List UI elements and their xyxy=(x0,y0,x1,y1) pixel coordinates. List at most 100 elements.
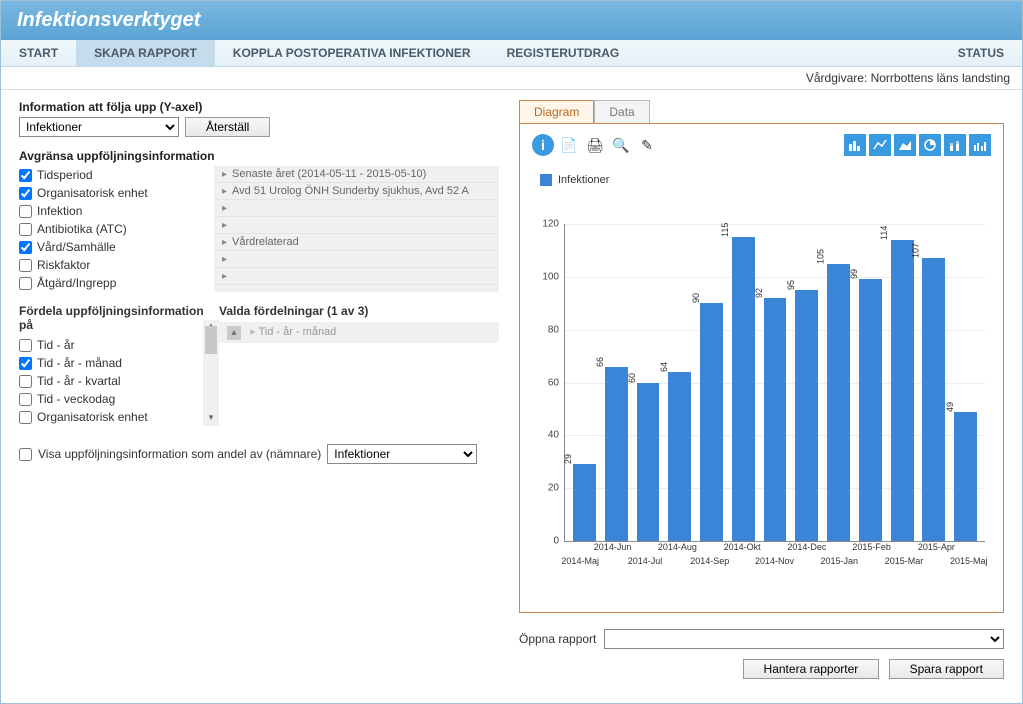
y-tick-label: 20 xyxy=(535,483,565,494)
bar-value-label: 49 xyxy=(945,402,955,412)
bar[interactable]: 107 xyxy=(922,258,945,541)
bar[interactable]: 49 xyxy=(954,412,977,541)
scroll-thumb[interactable] xyxy=(205,326,217,354)
x-tick-label: 2014-Maj xyxy=(561,556,599,566)
bar[interactable]: 105 xyxy=(827,264,850,541)
filter-checkbox[interactable] xyxy=(19,277,32,290)
menu-status[interactable]: STATUS xyxy=(940,40,1022,66)
menu-start[interactable]: START xyxy=(1,40,76,66)
bar-value-label: 105 xyxy=(815,249,825,264)
x-tick-label: 2014-Aug xyxy=(658,542,697,552)
distrib-label: Organisatorisk enhet xyxy=(37,410,148,424)
distrib-scrollbar[interactable]: ▴ ▾ xyxy=(203,320,219,426)
zoom-icon[interactable]: 🔍 xyxy=(610,134,632,156)
y-tick-label: 100 xyxy=(535,271,565,282)
filter-tidsperiod[interactable]: Tidsperiod xyxy=(19,166,214,184)
filter-label: Åtgärd/Ingrepp xyxy=(37,276,116,290)
x-tick-label: 2014-Okt xyxy=(724,542,761,552)
bar[interactable]: 99 xyxy=(859,279,882,541)
filter-checkbox[interactable] xyxy=(19,259,32,272)
y-tick-label: 0 xyxy=(535,536,565,547)
bar[interactable]: 66 xyxy=(605,367,628,541)
filter-label: Riskfaktor xyxy=(37,258,90,272)
reset-button[interactable]: Återställ xyxy=(185,117,270,137)
bar[interactable]: 60 xyxy=(637,383,660,542)
bar-value-label: 99 xyxy=(849,269,859,279)
filter-organisatorisk-enhet[interactable]: Organisatorisk enhet xyxy=(19,184,214,202)
pdf-icon[interactable]: 📄 xyxy=(558,134,580,156)
bar[interactable]: 29 xyxy=(573,464,596,541)
filter-checkbox[interactable] xyxy=(19,169,32,182)
bar-value-label: 29 xyxy=(563,454,573,464)
yaxis-select[interactable]: Infektioner xyxy=(19,117,179,137)
filter-checkbox[interactable] xyxy=(19,241,32,254)
bar-value-label: 92 xyxy=(754,288,764,298)
tab-diagram[interactable]: Diagram xyxy=(519,100,594,123)
filter-infektion[interactable]: Infektion xyxy=(19,202,214,220)
edit-icon[interactable]: ✎ xyxy=(636,134,658,156)
distrib-label: Tid - år - kvartal xyxy=(37,374,121,388)
open-report-select[interactable] xyxy=(604,629,1004,649)
filter--tg-rd-ingrepp[interactable]: Åtgärd/Ingrepp xyxy=(19,274,214,292)
menu-registerutdrag[interactable]: REGISTERUTDRAG xyxy=(489,40,638,66)
ratio-select[interactable]: Infektioner xyxy=(327,444,477,464)
distrib-checkbox[interactable] xyxy=(19,339,32,352)
distrib-option[interactable]: Tid - år - månad xyxy=(19,354,201,372)
bar-chart-icon[interactable] xyxy=(844,134,866,156)
grouped-chart-icon[interactable] xyxy=(969,134,991,156)
distrib-option[interactable]: Tid - år - kvartal xyxy=(19,372,201,390)
y-tick-label: 120 xyxy=(535,219,565,230)
bar[interactable]: 90 xyxy=(700,303,723,541)
filter-label: Tidsperiod xyxy=(37,168,93,182)
stacked-chart-icon[interactable] xyxy=(944,134,966,156)
menu-koppla[interactable]: KOPPLA POSTOPERATIVA INFEKTIONER xyxy=(215,40,489,66)
print-icon[interactable]: 🖨 xyxy=(584,134,606,156)
y-tick-label: 40 xyxy=(535,430,565,441)
distrib-checkbox[interactable] xyxy=(19,357,32,370)
bar[interactable]: 92 xyxy=(764,298,787,541)
filter-value-row[interactable]: ▸Senaste året (2014-05-11 - 2015-05-10) xyxy=(214,166,499,183)
filter-antibiotika-atc-[interactable]: Antibiotika (ATC) xyxy=(19,220,214,238)
filter-checkbox[interactable] xyxy=(19,205,32,218)
distrib-checkbox[interactable] xyxy=(19,393,32,406)
distrib-option[interactable]: Tid - veckodag xyxy=(19,390,201,408)
bar[interactable]: 114 xyxy=(891,240,914,541)
ratio-checkbox[interactable] xyxy=(19,448,32,461)
filter-checkbox[interactable] xyxy=(19,187,32,200)
tab-data[interactable]: Data xyxy=(594,100,649,123)
manage-reports-button[interactable]: Hantera rapporter xyxy=(743,659,880,679)
filter-label: Organisatorisk enhet xyxy=(37,186,148,200)
bar-value-label: 64 xyxy=(659,362,669,372)
bar-value-label: 66 xyxy=(595,357,605,367)
filter-label: Infektion xyxy=(37,204,82,218)
info-icon[interactable]: i xyxy=(532,134,554,156)
x-tick-label: 2015-Maj xyxy=(950,556,988,566)
bar-value-label: 114 xyxy=(879,226,889,240)
scroll-down-icon[interactable]: ▾ xyxy=(203,412,219,426)
filter-value-row[interactable]: ▸Avd 51 Urolog ÖNH Sunderby sjukhus, Avd… xyxy=(214,183,499,200)
pie-chart-icon[interactable] xyxy=(919,134,941,156)
filter-riskfaktor[interactable]: Riskfaktor xyxy=(19,256,214,274)
bar[interactable]: 115 xyxy=(732,237,755,541)
filter-label: Antibiotika (ATC) xyxy=(37,222,127,236)
x-tick-label: 2015-Feb xyxy=(852,542,891,552)
distrib-option[interactable]: Tid - år xyxy=(19,336,201,354)
menubar: START SKAPA RAPPORT KOPPLA POSTOPERATIVA… xyxy=(1,40,1022,67)
filter-v-rd-samh-lle[interactable]: Vård/Samhälle xyxy=(19,238,214,256)
bar[interactable]: 64 xyxy=(668,372,691,541)
filter-value-row[interactable]: ▸Vårdrelaterad xyxy=(214,234,499,251)
x-tick-label: 2014-Nov xyxy=(755,556,794,566)
filter-checkbox[interactable] xyxy=(19,223,32,236)
selected-distribution-row[interactable]: ▲ ▸ Tid - år - månad xyxy=(219,322,499,343)
save-report-button[interactable]: Spara rapport xyxy=(889,659,1004,679)
distrib-checkbox[interactable] xyxy=(19,411,32,424)
move-up-icon[interactable]: ▲ xyxy=(227,326,241,340)
bar-value-label: 95 xyxy=(786,280,796,290)
distrib-checkbox[interactable] xyxy=(19,375,32,388)
distrib-option[interactable]: Organisatorisk enhet xyxy=(19,408,201,426)
distrib-label: Tid - år xyxy=(37,338,75,352)
bar[interactable]: 95 xyxy=(795,290,818,541)
menu-skapa-rapport[interactable]: SKAPA RAPPORT xyxy=(76,40,215,66)
area-chart-icon[interactable] xyxy=(894,134,916,156)
line-chart-icon[interactable] xyxy=(869,134,891,156)
